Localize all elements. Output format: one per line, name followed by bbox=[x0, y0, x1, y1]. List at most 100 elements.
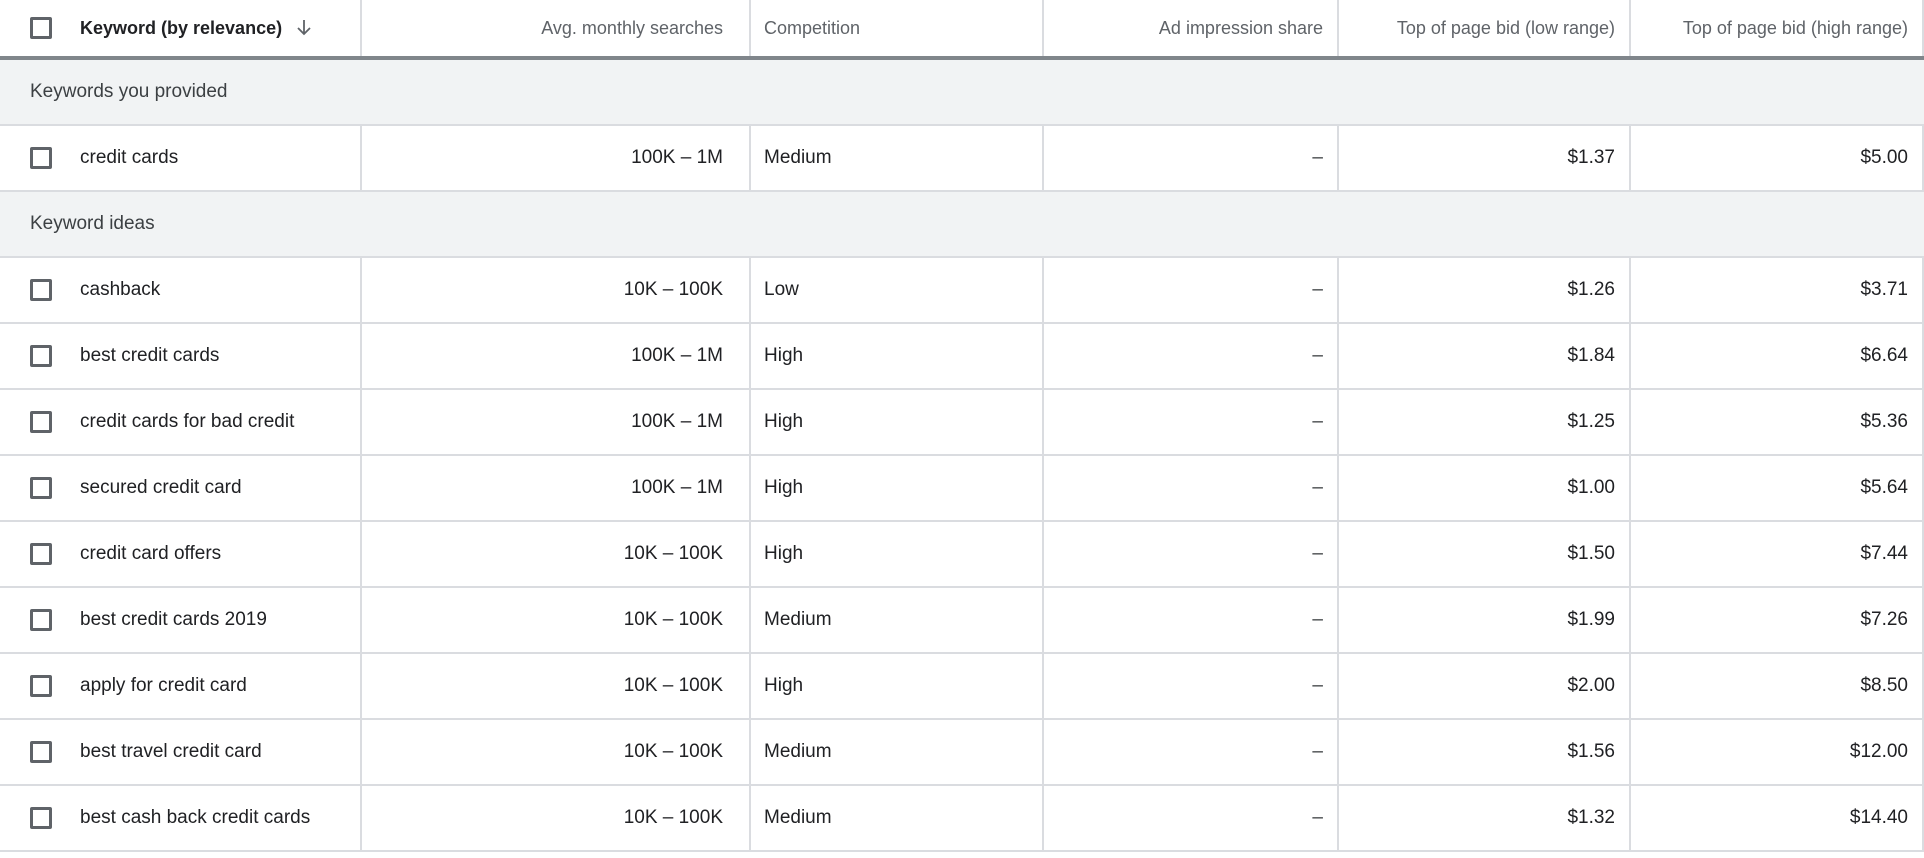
bid-low-cell: $1.00 bbox=[1339, 456, 1631, 520]
section-label-ideas: Keyword ideas bbox=[30, 213, 155, 234]
bid-high-cell: $12.00 bbox=[1631, 720, 1924, 784]
avg-searches-cell: 10K – 100K bbox=[362, 522, 751, 586]
keyword-text: cashback bbox=[80, 279, 161, 300]
table-row[interactable]: best cash back credit cards 10K – 100K M… bbox=[0, 786, 1924, 852]
bid-high-cell: $7.26 bbox=[1631, 588, 1924, 652]
keyword-cell: best travel credit card bbox=[0, 720, 362, 784]
competition-cell: Low bbox=[751, 258, 1044, 322]
keyword-cell: best credit cards 2019 bbox=[0, 588, 362, 652]
keyword-text: credit card offers bbox=[80, 543, 222, 564]
bid-high-cell: $5.64 bbox=[1631, 456, 1924, 520]
row-checkbox[interactable] bbox=[30, 675, 52, 697]
competition-cell: Medium bbox=[751, 786, 1044, 850]
row-checkbox[interactable] bbox=[30, 345, 52, 367]
keyword-cell: best cash back credit cards bbox=[0, 786, 362, 850]
impression-share-cell: – bbox=[1044, 456, 1339, 520]
table-row[interactable]: best travel credit card 10K – 100K Mediu… bbox=[0, 720, 1924, 786]
impression-share-cell: – bbox=[1044, 258, 1339, 322]
row-checkbox[interactable] bbox=[30, 543, 52, 565]
row-checkbox[interactable] bbox=[30, 609, 52, 631]
keyword-cell: credit cards bbox=[0, 126, 362, 190]
bid-low-cell: $1.84 bbox=[1339, 324, 1631, 388]
keyword-text: credit cards for bad credit bbox=[80, 411, 295, 432]
section-provided: Keywords you provided bbox=[0, 60, 1924, 126]
table-row[interactable]: cashback 10K – 100K Low – $1.26 $3.71 bbox=[0, 258, 1924, 324]
header-impression-share[interactable]: Ad impression share bbox=[1044, 0, 1339, 56]
row-checkbox[interactable] bbox=[30, 279, 52, 301]
bid-high-cell: $3.71 bbox=[1631, 258, 1924, 322]
keyword-cell: apply for credit card bbox=[0, 654, 362, 718]
row-checkbox[interactable] bbox=[30, 741, 52, 763]
header-avg-searches[interactable]: Avg. monthly searches bbox=[362, 0, 751, 56]
impression-share-cell: – bbox=[1044, 654, 1339, 718]
row-checkbox[interactable] bbox=[30, 477, 52, 499]
row-checkbox[interactable] bbox=[30, 147, 52, 169]
bid-high-cell: $8.50 bbox=[1631, 654, 1924, 718]
header-competition[interactable]: Competition bbox=[751, 0, 1044, 56]
competition-cell: Medium bbox=[751, 126, 1044, 190]
bid-high-cell: $7.44 bbox=[1631, 522, 1924, 586]
keyword-text: secured credit card bbox=[80, 477, 242, 498]
section-label-provided: Keywords you provided bbox=[30, 81, 228, 102]
impression-share-cell: – bbox=[1044, 126, 1339, 190]
header-keyword-cell[interactable]: Keyword (by relevance) bbox=[0, 0, 362, 56]
competition-cell: High bbox=[751, 390, 1044, 454]
section-ideas: Keyword ideas bbox=[0, 192, 1924, 258]
keyword-text: best travel credit card bbox=[80, 741, 262, 762]
bid-high-cell: $6.64 bbox=[1631, 324, 1924, 388]
avg-searches-cell: 10K – 100K bbox=[362, 720, 751, 784]
competition-cell: High bbox=[751, 654, 1044, 718]
impression-share-cell: – bbox=[1044, 390, 1339, 454]
select-all-checkbox[interactable] bbox=[30, 17, 52, 39]
table-row[interactable]: apply for credit card 10K – 100K High – … bbox=[0, 654, 1924, 720]
avg-searches-cell: 100K – 1M bbox=[362, 390, 751, 454]
arrow-down-icon[interactable] bbox=[296, 19, 312, 37]
competition-cell: Medium bbox=[751, 720, 1044, 784]
impression-share-cell: – bbox=[1044, 588, 1339, 652]
bid-low-cell: $1.26 bbox=[1339, 258, 1631, 322]
row-checkbox[interactable] bbox=[30, 411, 52, 433]
bid-low-cell: $1.56 bbox=[1339, 720, 1631, 784]
impression-share-cell: – bbox=[1044, 324, 1339, 388]
bid-low-cell: $2.00 bbox=[1339, 654, 1631, 718]
competition-cell: High bbox=[751, 522, 1044, 586]
avg-searches-cell: 10K – 100K bbox=[362, 258, 751, 322]
bid-low-cell: $1.99 bbox=[1339, 588, 1631, 652]
keyword-text: apply for credit card bbox=[80, 675, 247, 696]
keyword-cell: credit cards for bad credit bbox=[0, 390, 362, 454]
competition-cell: High bbox=[751, 456, 1044, 520]
keyword-text: best credit cards 2019 bbox=[80, 609, 267, 630]
row-checkbox[interactable] bbox=[30, 807, 52, 829]
keyword-text: best cash back credit cards bbox=[80, 807, 311, 828]
impression-share-cell: – bbox=[1044, 720, 1339, 784]
keyword-cell: best credit cards bbox=[0, 324, 362, 388]
keyword-table: Keyword (by relevance) Avg. monthly sear… bbox=[0, 0, 1924, 852]
table-row[interactable]: best credit cards 100K – 1M High – $1.84… bbox=[0, 324, 1924, 390]
header-bid-low[interactable]: Top of page bid (low range) bbox=[1339, 0, 1631, 56]
keyword-text: credit cards bbox=[80, 147, 179, 168]
keyword-cell: cashback bbox=[0, 258, 362, 322]
table-row[interactable]: credit cards 100K – 1M Medium – $1.37 $5… bbox=[0, 126, 1924, 192]
impression-share-cell: – bbox=[1044, 522, 1339, 586]
competition-cell: High bbox=[751, 324, 1044, 388]
table-row[interactable]: secured credit card 100K – 1M High – $1.… bbox=[0, 456, 1924, 522]
bid-high-cell: $5.36 bbox=[1631, 390, 1924, 454]
avg-searches-cell: 100K – 1M bbox=[362, 456, 751, 520]
competition-cell: Medium bbox=[751, 588, 1044, 652]
keyword-text: best credit cards bbox=[80, 345, 220, 366]
impression-share-cell: – bbox=[1044, 786, 1339, 850]
keyword-cell: secured credit card bbox=[0, 456, 362, 520]
avg-searches-cell: 10K – 100K bbox=[362, 654, 751, 718]
header-bid-high[interactable]: Top of page bid (high range) bbox=[1631, 0, 1924, 56]
table-row[interactable]: credit card offers 10K – 100K High – $1.… bbox=[0, 522, 1924, 588]
avg-searches-cell: 10K – 100K bbox=[362, 588, 751, 652]
bid-low-cell: $1.50 bbox=[1339, 522, 1631, 586]
header-keyword-label[interactable]: Keyword (by relevance) bbox=[80, 18, 282, 39]
table-row[interactable]: best credit cards 2019 10K – 100K Medium… bbox=[0, 588, 1924, 654]
bid-low-cell: $1.32 bbox=[1339, 786, 1631, 850]
bid-low-cell: $1.25 bbox=[1339, 390, 1631, 454]
table-header: Keyword (by relevance) Avg. monthly sear… bbox=[0, 0, 1924, 60]
avg-searches-cell: 10K – 100K bbox=[362, 786, 751, 850]
bid-low-cell: $1.37 bbox=[1339, 126, 1631, 190]
table-row[interactable]: credit cards for bad credit 100K – 1M Hi… bbox=[0, 390, 1924, 456]
